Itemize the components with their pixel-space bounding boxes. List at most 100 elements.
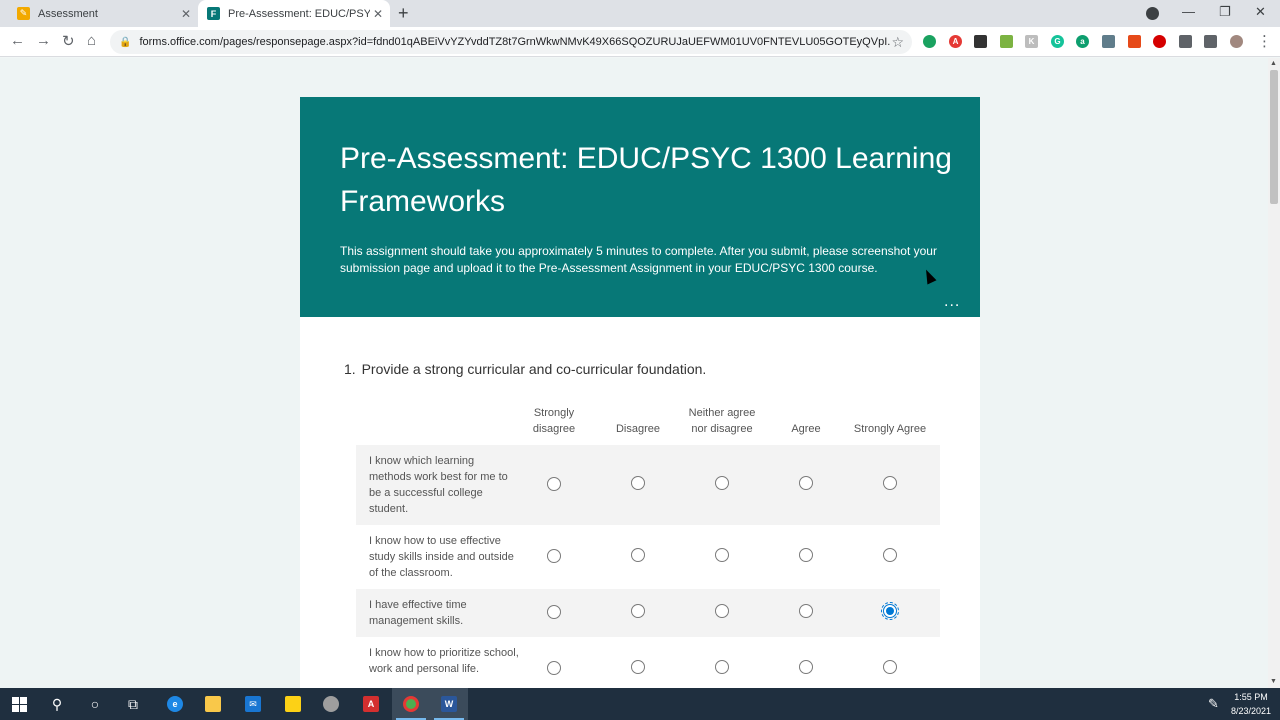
task-view-icon[interactable]: ⧉	[114, 688, 152, 720]
radio-strongly-agree[interactable]	[883, 548, 897, 562]
clock-date: 8/23/2021	[1230, 706, 1272, 716]
radio-disagree[interactable]	[631, 476, 645, 490]
table-row: I know how to use effective study skills…	[356, 525, 940, 589]
back-icon[interactable]: ←	[10, 32, 25, 49]
mail-icon[interactable]: ✉	[234, 688, 272, 720]
extension-a-icon[interactable]: a	[1076, 35, 1089, 48]
reading-list-icon[interactable]	[1204, 35, 1217, 48]
scroll-down-icon[interactable]: ▼	[1270, 678, 1277, 685]
radio-agree[interactable]	[799, 548, 813, 562]
pen-workspace-icon[interactable]: ✎	[1208, 696, 1219, 712]
form-description: This assignment should take you approxim…	[340, 244, 937, 275]
menu-kebab-icon[interactable]: ⋮	[1257, 32, 1272, 50]
page-title: Pre-Assessment: EDUC/PSYC 1300 Learning …	[340, 142, 952, 218]
extensions-puzzle-icon[interactable]	[1179, 35, 1192, 48]
question-title: 1. Provide a strong curricular and co-cu…	[344, 361, 706, 377]
radio-agree[interactable]	[799, 660, 813, 674]
edge-icon[interactable]: e	[156, 688, 194, 720]
windows-start-icon[interactable]	[0, 688, 38, 720]
radio-neither[interactable]	[715, 476, 729, 490]
chrome-icon[interactable]	[392, 688, 430, 720]
scroll-up-icon[interactable]: ▲	[1270, 60, 1277, 67]
file-explorer-icon[interactable]	[194, 688, 232, 720]
minimize-button[interactable]: —	[1182, 4, 1195, 19]
radio-strongly-disagree[interactable]	[547, 549, 561, 563]
radio-neither[interactable]	[715, 548, 729, 562]
table-row: I have effective time management skills.	[356, 589, 940, 637]
acrobat-icon[interactable]: A	[352, 688, 390, 720]
close-icon[interactable]: ✕	[178, 7, 194, 21]
search-icon[interactable]: ⚲	[38, 688, 76, 720]
radio-strongly-disagree[interactable]	[547, 477, 561, 491]
bookmark-star-icon[interactable]: ☆	[891, 34, 904, 51]
browser-toolbar: ← → ↻ ⌂ 🔒 forms.office.com/pages/respons…	[0, 27, 1280, 57]
extension-adblock-icon[interactable]: A	[949, 35, 962, 48]
question-number: 1.	[344, 361, 356, 377]
taskbar: ⚲ ○ ⧉ e ✉ A W ✎ 1:55 PM 8/23/2021	[0, 688, 1280, 720]
system-clock[interactable]: 1:55 PM 8/23/2021	[1226, 690, 1276, 718]
radio-neither[interactable]	[715, 604, 729, 618]
avatar[interactable]	[1230, 35, 1243, 48]
tab-assessment[interactable]: ✎ Assessment ✕	[8, 0, 198, 27]
tab-search-icon[interactable]	[1146, 7, 1159, 20]
radio-agree[interactable]	[799, 604, 813, 618]
forward-icon[interactable]: →	[36, 32, 51, 49]
column-strongly-agree: Strongly Agree	[853, 423, 927, 435]
column-strongly-disagree: Strongly disagree	[532, 407, 576, 435]
radio-disagree[interactable]	[631, 604, 645, 618]
restore-button[interactable]: ❐	[1219, 4, 1231, 20]
extension-megaphone-icon[interactable]	[1128, 35, 1141, 48]
extension-evernote-icon[interactable]	[923, 35, 936, 48]
row-statement: I know how to prioritize school, work an…	[369, 647, 519, 675]
extension-mail-icon[interactable]	[1102, 35, 1115, 48]
radio-strongly-agree[interactable]	[883, 476, 897, 490]
question-text: Provide a strong curricular and co-curri…	[361, 361, 707, 377]
clock-time: 1:55 PM	[1234, 692, 1268, 702]
url-text[interactable]: forms.office.com/pages/responsepage.aspx…	[139, 36, 891, 48]
row-statement: I know how to use effective study skills…	[369, 535, 514, 579]
cortana-icon[interactable]: ○	[76, 688, 114, 720]
radio-agree[interactable]	[799, 476, 813, 490]
form-header: Pre-Assessment: EDUC/PSYC 1300 Learning …	[300, 97, 980, 317]
extension-screencast-icon[interactable]	[974, 35, 987, 48]
tab-title: Pre-Assessment: EDUC/PSYC 130	[228, 7, 370, 20]
radio-strongly-disagree[interactable]	[547, 605, 561, 619]
word-icon[interactable]: W	[430, 688, 468, 720]
more-options-icon[interactable]: ...	[944, 293, 960, 311]
paint-icon[interactable]	[312, 688, 350, 720]
column-disagree: Disagree	[615, 423, 661, 435]
close-icon[interactable]: ✕	[370, 7, 386, 21]
extension-grammarly-icon[interactable]: G	[1051, 35, 1064, 48]
radio-strongly-agree[interactable]	[883, 660, 897, 674]
pencil-icon: ✎	[17, 7, 30, 20]
table-row: I know how to prioritize school, work an…	[356, 637, 940, 688]
close-window-button[interactable]: ✕	[1255, 4, 1266, 20]
form-card: Pre-Assessment: EDUC/PSYC 1300 Learning …	[300, 97, 980, 688]
sticky-notes-icon[interactable]	[274, 688, 312, 720]
reload-icon[interactable]: ↻	[62, 32, 75, 50]
radio-strongly-agree-selected[interactable]	[881, 602, 899, 620]
row-statement: I know which learning methods work best …	[369, 455, 508, 515]
radio-disagree[interactable]	[631, 548, 645, 562]
radio-neither[interactable]	[715, 660, 729, 674]
extension-image-icon[interactable]	[1000, 35, 1013, 48]
column-neither: Neither agree nor disagree	[688, 407, 756, 435]
new-tab-button[interactable]: +	[398, 3, 409, 24]
vertical-scrollbar[interactable]: ▲ ▼	[1268, 58, 1280, 688]
address-bar[interactable]: 🔒 forms.office.com/pages/responsepage.as…	[110, 30, 912, 54]
home-icon[interactable]: ⌂	[87, 32, 96, 49]
scrollbar-thumb[interactable]	[1270, 70, 1278, 204]
tab-pre-assessment[interactable]: F Pre-Assessment: EDUC/PSYC 130 ✕	[198, 0, 390, 27]
radio-disagree[interactable]	[631, 660, 645, 674]
tab-title: Assessment	[38, 7, 98, 20]
column-agree: Agree	[791, 423, 821, 435]
radio-strongly-disagree[interactable]	[547, 661, 561, 675]
extension-k-icon[interactable]: K	[1025, 35, 1038, 48]
page-viewport: Pre-Assessment: EDUC/PSYC 1300 Learning …	[0, 58, 1268, 688]
forms-icon: F	[207, 7, 220, 20]
row-statement: I have effective time management skills.	[369, 599, 467, 627]
tab-strip: ✎ Assessment ✕ F Pre-Assessment: EDUC/PS…	[0, 0, 1280, 27]
extension-record-icon[interactable]	[1153, 35, 1166, 48]
table-row: I know which learning methods work best …	[356, 445, 940, 525]
lock-icon[interactable]: 🔒	[119, 37, 131, 48]
